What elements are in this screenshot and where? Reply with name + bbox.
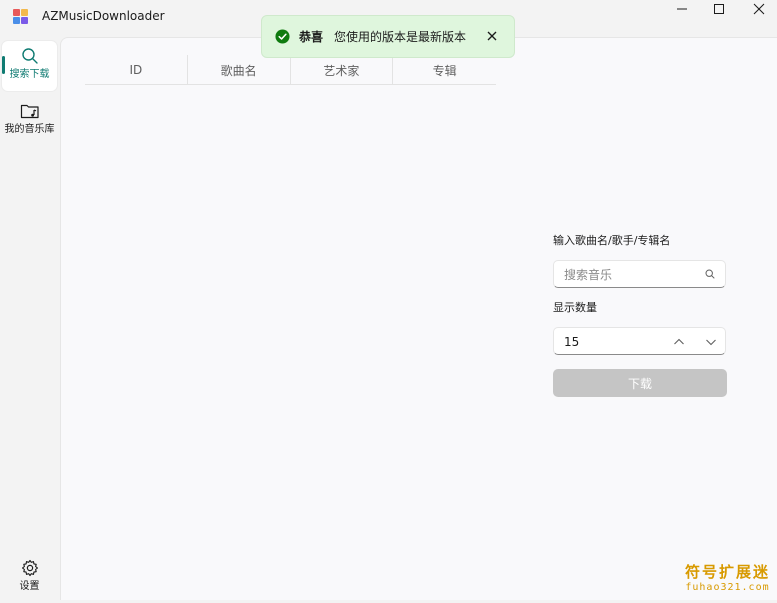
- sidebar-item-label: 搜索下载: [9, 69, 50, 80]
- column-header-song[interactable]: 歌曲名: [188, 55, 291, 85]
- search-icon: [21, 48, 38, 64]
- check-circle-icon: [275, 29, 290, 44]
- sidebar-item-label: 我的音乐库: [4, 124, 55, 135]
- music-folder-icon: [20, 104, 39, 119]
- search-label: 输入歌曲名/歌手/专辑名: [553, 234, 671, 247]
- count-number-box[interactable]: 15: [553, 327, 726, 355]
- minimize-icon: [677, 8, 687, 10]
- column-header-album[interactable]: 专辑: [393, 55, 496, 85]
- app-logo-icon: [12, 7, 30, 25]
- gear-icon: [21, 559, 38, 577]
- maximize-icon: [714, 4, 724, 14]
- sidebar-item-music-library[interactable]: 我的音乐库: [2, 96, 57, 146]
- toast-message: 您使用的版本是最新版本: [334, 30, 467, 44]
- watermark-title: 符号扩展迷: [684, 563, 770, 581]
- count-value[interactable]: 15: [564, 334, 579, 350]
- watermark: 符号扩展迷 fuhao321.com: [680, 563, 775, 597]
- column-header-id[interactable]: ID: [85, 55, 188, 85]
- download-button[interactable]: 下载: [553, 369, 727, 397]
- app-title: AZMusicDownloader: [42, 9, 165, 23]
- search-input[interactable]: [564, 266, 694, 284]
- close-icon: [753, 3, 765, 15]
- sidebar-item-search-download[interactable]: 搜索下载: [2, 41, 57, 91]
- watermark-url: fuhao321.com: [685, 582, 770, 593]
- toast-title: 恭喜: [299, 30, 324, 44]
- search-icon[interactable]: [705, 269, 715, 279]
- sidebar: 搜索下载 我的音乐库 设置: [0, 32, 60, 600]
- search-box[interactable]: [553, 260, 726, 288]
- results-table-header: ID 歌曲名 艺术家 专辑: [85, 55, 496, 85]
- close-window-button[interactable]: [737, 0, 777, 18]
- success-toast: 恭喜 您使用的版本是最新版本: [261, 15, 515, 58]
- content-area: [60, 37, 777, 600]
- maximize-button[interactable]: [697, 0, 741, 18]
- column-header-artist[interactable]: 艺术家: [291, 55, 394, 85]
- sidebar-item-label: 设置: [19, 581, 40, 592]
- count-label: 显示数量: [553, 301, 597, 314]
- chevron-up-icon[interactable]: [672, 335, 686, 349]
- close-icon[interactable]: [486, 30, 498, 42]
- sidebar-item-settings[interactable]: 设置: [2, 553, 57, 603]
- chevron-down-icon[interactable]: [704, 335, 718, 349]
- active-indicator: [2, 56, 5, 74]
